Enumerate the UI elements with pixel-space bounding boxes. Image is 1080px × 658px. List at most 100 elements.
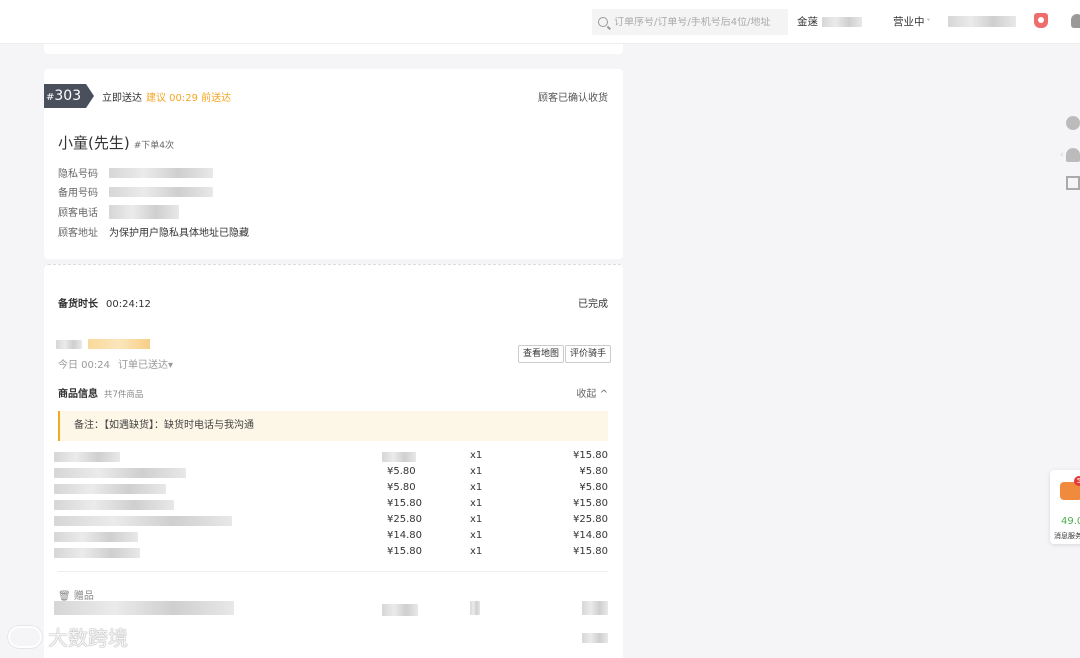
summary-value-blurred [582, 633, 608, 643]
item-total: ¥25.80 [573, 514, 608, 525]
order-card-details: 备货时长 00:24:12 已完成 今日 00:24 订单已送达▾ 查看地图 评价骑… [44, 264, 623, 658]
private-phone-row: 隐私号码 [58, 165, 213, 180]
search-input[interactable] [614, 16, 784, 28]
order-card-header: #303 立即送达 建议 00:29 前送达 顾客已确认收货 小童(先生) #下单4… [44, 69, 623, 259]
delivery-status-dropdown[interactable]: 订单已送达▾ [118, 360, 173, 371]
customer-address-label: 顾客地址 [58, 228, 98, 239]
goods-count: 共7件商品 [104, 390, 144, 400]
unread-badge: 5 [1074, 476, 1080, 486]
item-name-blurred [54, 484, 166, 494]
user-name-blurred[interactable] [948, 16, 1016, 27]
item-name-blurred [54, 516, 232, 526]
prep-time: 00:24:12 [106, 299, 151, 310]
goods-item-row: ¥14.80 x1 ¥14.80 [54, 529, 608, 545]
business-status-label: 营业中 [893, 16, 925, 28]
rider-tag-blurred [88, 339, 150, 349]
watermark: 大数跨境 [8, 622, 128, 651]
qr-code-icon[interactable] [1066, 176, 1080, 190]
rider-time: 今日 00:24 [58, 360, 110, 371]
order-note: 备注：【如遇缺货】：缺货时电话与我沟通 [58, 411, 608, 441]
private-phone-blurred [109, 167, 213, 178]
gift-section-label: 🗑 赠品 [58, 587, 94, 602]
goods-divider [58, 571, 608, 572]
item-qty: x1 [470, 450, 483, 461]
delivery-type: 立即送达 [102, 93, 142, 104]
item-qty: x1 [470, 546, 483, 557]
delivery-info: 立即送达 建议 00:29 前送达 [102, 89, 231, 104]
shop-name-blurred [822, 16, 862, 27]
customer-address-value: 为保护用户隐私具体地址已隐藏 [109, 228, 249, 239]
goods-title-label: 商品信息 [58, 389, 98, 400]
top-bar: 金蒾 营业中˅ [0, 0, 1080, 44]
chevron-down-icon: ˅ [926, 18, 931, 27]
item-qty: x1 [470, 530, 483, 541]
rate-rider-button[interactable]: 评价骑手 [565, 345, 612, 363]
backup-phone-label: 备用号码 [58, 188, 98, 199]
message-service-widget[interactable]: 5 49.0 消息服务 [1050, 470, 1080, 544]
prep-status: 已完成 [578, 299, 608, 310]
shop-selector[interactable]: 金蒾 [797, 14, 862, 29]
item-total: ¥15.80 [573, 450, 608, 461]
prep-duration: 备货时长 00:24:12 [58, 295, 151, 310]
collapse-label: 收起 [576, 389, 597, 400]
item-qty: x1 [470, 498, 483, 509]
item-name-blurred [54, 500, 174, 510]
notification-icon[interactable] [1034, 13, 1048, 28]
gift-qty-blurred [470, 601, 480, 615]
customer-name: 小童(先生) [58, 134, 130, 152]
item-price: ¥25.80 [387, 514, 422, 525]
bell-icon[interactable] [1071, 14, 1080, 28]
item-total: ¥15.80 [573, 546, 608, 557]
item-price-blurred [382, 452, 416, 462]
item-total: ¥5.80 [579, 482, 608, 493]
business-status-menu[interactable]: 营业中 ˅ [893, 14, 931, 29]
customer-phone-blurred [109, 204, 179, 219]
goods-item-row: ¥5.80 x1 ¥5.80 [54, 465, 608, 481]
prep-label: 备货时长 [58, 299, 98, 310]
search-box[interactable] [592, 9, 788, 35]
order-status: 顾客已确认收货 [538, 93, 608, 104]
view-map-button[interactable]: 查看地图 [518, 345, 565, 363]
item-qty: x1 [470, 514, 483, 525]
gift-total-blurred [582, 601, 608, 615]
service-score: 49.0 [1061, 516, 1080, 527]
watermark-logo-icon [8, 625, 42, 648]
item-qty: x1 [470, 466, 483, 477]
item-price: ¥5.80 [387, 482, 416, 493]
item-name-blurred [54, 532, 138, 542]
delivery-status-label: 订单已送达 [118, 360, 168, 371]
help-icon[interactable] [1066, 116, 1080, 130]
chevron-up-icon: ^ [599, 389, 608, 400]
gift-name-blurred [54, 601, 234, 615]
item-total: ¥14.80 [573, 530, 608, 541]
item-qty: x1 [470, 482, 483, 493]
item-price: ¥14.80 [387, 530, 422, 541]
order-number-tag: #303 [44, 84, 94, 108]
goods-item-row: ¥15.80 x1 ¥15.80 [54, 497, 608, 513]
item-price: ¥5.80 [387, 466, 416, 477]
item-total: ¥15.80 [573, 498, 608, 509]
goods-item-row: x1 ¥15.80 [54, 449, 608, 465]
rider-meta: 今日 00:24 订单已送达▾ [58, 356, 173, 371]
order-number: 303 [54, 88, 82, 104]
backup-phone-blurred [109, 186, 213, 197]
item-price: ¥15.80 [387, 498, 422, 509]
customer-order-count: #下单4次 [133, 141, 174, 151]
bell-icon[interactable] [1066, 148, 1080, 162]
customer-address-row: 顾客地址 为保护用户隐私具体地址已隐藏 [58, 224, 249, 239]
caret-down-icon: ▾ [168, 360, 174, 371]
item-total: ¥5.80 [579, 466, 608, 477]
item-name-blurred [54, 452, 120, 462]
gift-price-blurred [382, 604, 418, 616]
goods-item-row: ¥15.80 x1 ¥15.80 [54, 545, 608, 561]
goods-item-row: ¥25.80 x1 ¥25.80 [54, 513, 608, 529]
customer-name-block: 小童(先生) #下单4次 [58, 132, 174, 153]
customer-phone-label: 顾客电话 [58, 208, 98, 219]
goods-item-row: ¥5.80 x1 ¥5.80 [54, 481, 608, 497]
message-service-label: 消息服务 [1054, 532, 1080, 540]
collapse-toggle[interactable]: 收起 ^ [576, 385, 608, 400]
delivery-hint: 建议 00:29 前送达 [146, 93, 232, 104]
private-phone-label: 隐私号码 [58, 169, 98, 180]
rider-name-blurred [56, 340, 82, 349]
shop-label: 金蒾 [797, 16, 818, 28]
